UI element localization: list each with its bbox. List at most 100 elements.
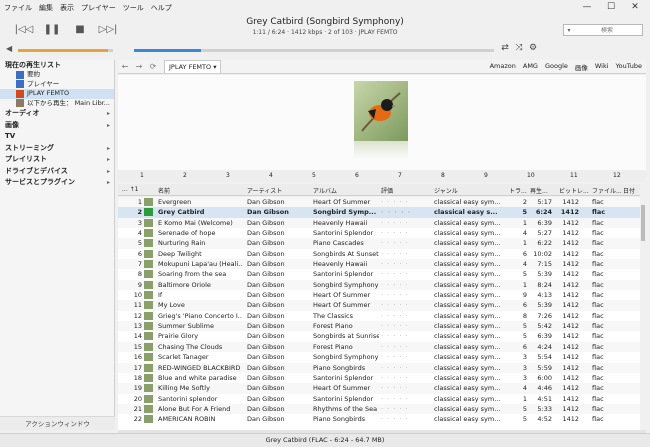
cell-genre: classical easy sym... <box>434 373 501 382</box>
sidebar-category-label: TV <box>5 132 16 140</box>
cell-track: 5 <box>522 404 527 413</box>
minimize-button[interactable]: — <box>575 2 599 14</box>
seek-slider[interactable] <box>134 49 494 52</box>
table-row[interactable]: 4 Serenade of hope Dan Gibson Santorini Spl… <box>118 228 640 238</box>
sidebar-category[interactable]: オーディオ ▸ <box>0 108 114 120</box>
menu-tools[interactable]: ツール <box>123 3 144 13</box>
search-input[interactable] <box>574 26 640 34</box>
cell-track: 6 <box>522 301 527 310</box>
table-row[interactable]: 3 E Komo Mai (Welcome) Dan Gibson Heavenly … <box>118 217 640 229</box>
search-box[interactable]: ▾ <box>563 24 643 36</box>
back-button[interactable]: ← <box>118 62 132 71</box>
cell-bitrate: 1412 <box>562 415 579 424</box>
table-row[interactable]: 18 Blue and white paradise Dan Gibson Santo… <box>118 373 640 383</box>
pause-button[interactable]: ❚❚ <box>42 22 62 36</box>
scrollbar-thumb[interactable] <box>641 205 645 241</box>
col-header-date[interactable]: 日付 <box>623 186 635 195</box>
table-row[interactable]: 14 Prairie Glory Dan Gibson Songbirds at Su… <box>118 331 640 341</box>
table-row[interactable]: 12 Grieg's 'Piano Concerto I... Dan Gibson… <box>118 311 640 321</box>
col-header-bitrate[interactable]: ビットレ... <box>559 186 589 195</box>
cell-album: Songbird Symphony <box>313 353 379 362</box>
vertical-scrollbar[interactable] <box>640 197 646 430</box>
link-images[interactable]: 画像 <box>575 62 588 72</box>
sidebar-category[interactable]: プレイリスト ▸ <box>0 154 114 166</box>
action-window-button[interactable]: アクションウィンドウ <box>0 416 115 430</box>
next-track-button[interactable]: ▷▷| <box>98 22 118 36</box>
sidebar-category[interactable]: TV <box>0 131 114 143</box>
menu-player[interactable]: プレイヤー <box>81 3 116 13</box>
sidebar-playlist-item[interactable]: JPLAY FEMTO <box>0 89 114 99</box>
table-row[interactable]: 10 If Dan Gibson Heart Of Summer · · · · · cl… <box>118 290 640 300</box>
table-row[interactable]: 9 Baltimore Oriole Dan Gibson Songbird Symp… <box>118 279 640 291</box>
table-row[interactable]: 22 AMERICAN ROBIN Dan Gibson Piano Songbird… <box>118 414 640 424</box>
menu-help[interactable]: ヘルプ <box>151 3 172 13</box>
settings-icon[interactable]: ⚙ <box>526 43 540 53</box>
table-row[interactable]: 8 Soaring from the sea Dan Gibson Santorini… <box>118 269 640 279</box>
sidebar-playlist-header[interactable]: 現在の再生リスト <box>0 60 114 70</box>
col-header-track[interactable]: トラ... <box>509 186 527 195</box>
album-art[interactable] <box>354 81 408 141</box>
col-header-rating[interactable]: 評価 <box>381 186 393 195</box>
cell-name: Serenade of hope <box>158 229 216 238</box>
cell-genre: classical easy sym... <box>434 311 501 320</box>
table-row[interactable]: 6 Deep Twilight Dan Gibson Songbirds At Sun… <box>118 249 640 259</box>
col-header-time[interactable]: 再生... <box>530 186 548 195</box>
sidebar-category[interactable]: ストリーミング ▸ <box>0 143 114 155</box>
sidebar-category[interactable]: 画像 ▸ <box>0 120 114 132</box>
sidebar-category[interactable]: ドライブとデバイス ▸ <box>0 166 114 178</box>
link-amg[interactable]: AMG <box>523 62 538 72</box>
col-header-genre[interactable]: ジャンル <box>434 186 458 195</box>
repeat-icon[interactable]: ⇄ <box>498 43 512 53</box>
col-header-format[interactable]: ファイル... <box>592 186 622 195</box>
link-wiki[interactable]: Wiki <box>595 62 609 72</box>
sidebar-playlist-item[interactable]: 要約 <box>0 70 114 80</box>
album-thumbnail-icon <box>144 394 153 403</box>
table-row[interactable]: 7 Mokupuni Lapa'au (Heali... Dan Gibson Hea… <box>118 259 640 270</box>
maximize-button[interactable]: ☐ <box>599 2 623 14</box>
menu-view[interactable]: 表示 <box>60 3 74 13</box>
search-dropdown-icon[interactable]: ▾ <box>564 27 574 34</box>
window-controls: — ☐ ✕ <box>575 2 647 14</box>
sidebar-category[interactable]: サービスとプラグイン ▸ <box>0 177 114 189</box>
sidebar-category-label: サービスとプラグイン <box>5 178 75 186</box>
menu-edit[interactable]: 編集 <box>39 3 53 13</box>
sidebar-playlist-item[interactable]: 以下から再生： Main Libr... <box>0 99 114 109</box>
table-row[interactable]: 2 Grey Catbird Dan Gibson Songbird Symp... ·… <box>118 207 640 218</box>
cell-time: 6:39 <box>537 332 552 341</box>
refresh-icon[interactable]: ⟳ <box>146 62 160 71</box>
speaker-icon[interactable]: ◀ <box>6 44 12 53</box>
cell-artist: Dan Gibson <box>247 260 285 269</box>
link-google[interactable]: Google <box>545 62 568 72</box>
table-row[interactable]: 21 Alone But For A Friend Dan Gibson Rhythm… <box>118 403 640 415</box>
forward-button[interactable]: → <box>132 62 146 71</box>
cell-album: Piano Songbirds <box>313 415 366 424</box>
close-button[interactable]: ✕ <box>623 2 647 14</box>
table-row[interactable]: 16 Scarlet Tanager Dan Gibson Songbird Symp… <box>118 352 640 362</box>
sidebar-playlist-item[interactable]: プレイヤー <box>0 80 114 90</box>
col-header-num[interactable]: ... ↑1 <box>122 186 138 193</box>
table-row[interactable]: 17 RED-WINGED BLACKBIRD Dan Gibson Piano So… <box>118 362 640 373</box>
now-playing-info: 1:11 / 6:24 · 1412 kbps · 2 of 103 · JPL… <box>252 29 398 36</box>
cell-track: 5 <box>522 270 527 279</box>
volume-slider[interactable] <box>18 49 113 52</box>
table-row[interactable]: 11 My Love Dan Gibson Heart Of Summer · · · … <box>118 300 640 311</box>
table-row[interactable]: 5 Nurturing Rain Dan Gibson Piano Cascades ·… <box>118 238 640 249</box>
table-row[interactable]: 1 Evergreen Dan Gibson Heart Of Summer · · ·… <box>118 197 640 208</box>
table-row[interactable]: 20 Santorini splendor Dan Gibson Santorini … <box>118 394 640 404</box>
link-youtube[interactable]: YouTube <box>616 62 642 72</box>
tab-jplay-femto[interactable]: JPLAY FEMTO ▾ <box>164 60 222 73</box>
previous-track-button[interactable]: |◁◁ <box>14 22 34 36</box>
stop-button[interactable]: ■ <box>70 22 90 36</box>
menu-file[interactable]: ファイル <box>4 3 32 13</box>
cell-artist: Dan Gibson <box>247 332 285 341</box>
link-amazon[interactable]: Amazon <box>490 62 516 72</box>
shuffle-icon[interactable]: ⤨ <box>512 43 526 53</box>
cell-name: Prairie Glory <box>158 332 199 341</box>
table-row[interactable]: 19 Killing Me Softly Dan Gibson Heart Of Su… <box>118 383 640 394</box>
table-row[interactable]: 13 Summer Sublime Dan Gibson Forest Piano · … <box>118 321 640 332</box>
cell-format: flac <box>592 208 606 217</box>
table-row[interactable]: 15 Chasing The Clouds Dan Gibson Forest Pia… <box>118 341 640 353</box>
col-header-album[interactable]: アルバム <box>313 186 337 195</box>
col-header-name[interactable]: 名前 <box>158 186 170 195</box>
col-header-artist[interactable]: アーティスト <box>247 186 282 195</box>
